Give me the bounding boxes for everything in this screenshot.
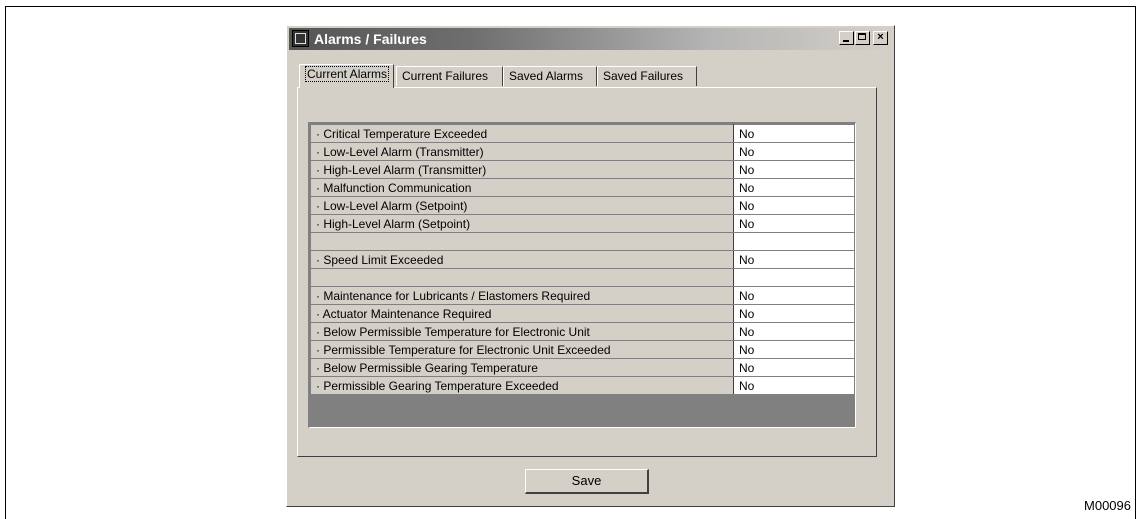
alarm-label (310, 232, 734, 251)
alarm-label (310, 268, 734, 287)
table-row-blank[interactable] (310, 232, 855, 251)
alarm-label: · Permissible Gearing Temperature Exceed… (310, 376, 734, 395)
alarm-value[interactable] (733, 268, 855, 287)
alarm-value[interactable]: No (733, 250, 855, 269)
table-row[interactable]: · Maintenance for Lubricants / Elastomer… (310, 286, 855, 305)
table-row[interactable]: · Actuator Maintenance Required No (310, 304, 855, 323)
alarm-value[interactable]: No (733, 142, 855, 161)
alarm-value[interactable]: No (733, 286, 855, 305)
tab-label: Saved Alarms (509, 69, 584, 83)
alarm-value[interactable]: No (733, 358, 855, 377)
table-row[interactable]: · High-Level Alarm (Transmitter) No (310, 160, 855, 179)
alarm-value[interactable]: No (733, 124, 855, 143)
alarm-label: · High-Level Alarm (Setpoint) (310, 214, 734, 233)
alarm-label: · Low-Level Alarm (Transmitter) (310, 142, 734, 161)
table-row[interactable]: · Malfunction Communication No (310, 178, 855, 197)
alarm-value[interactable]: No (733, 160, 855, 179)
alarm-value[interactable]: No (733, 178, 855, 197)
maximize-button[interactable] (855, 31, 870, 45)
title-bar[interactable]: Alarms / Failures × (289, 28, 892, 50)
alarm-value[interactable]: No (733, 376, 855, 395)
alarm-label: · Low-Level Alarm (Setpoint) (310, 196, 734, 215)
table-row[interactable]: · Speed Limit Exceeded No (310, 250, 855, 269)
close-button[interactable]: × (873, 31, 888, 45)
table-row[interactable]: · Permissible Gearing Temperature Exceed… (310, 376, 855, 395)
alarm-label: · Malfunction Communication (310, 178, 734, 197)
alarm-label: · Permissible Temperature for Electronic… (310, 340, 734, 359)
table-row[interactable]: · Below Permissible Gearing Temperature N… (310, 358, 855, 377)
alarm-label: · Maintenance for Lubricants / Elastomer… (310, 286, 734, 305)
tab-current-alarms[interactable]: Current Alarms (299, 64, 394, 88)
alarm-label: · Critical Temperature Exceeded (310, 124, 734, 143)
alarm-label: · Below Permissible Temperature for Elec… (310, 322, 734, 341)
window-title: Alarms / Failures (314, 31, 427, 47)
figure-id: M00096 (1084, 498, 1131, 513)
table-row[interactable]: · Low-Level Alarm (Setpoint) No (310, 196, 855, 215)
alarm-label: · High-Level Alarm (Transmitter) (310, 160, 734, 179)
alarms-table: · Critical Temperature Exceeded No · Low-L… (310, 124, 855, 395)
alarm-label: · Actuator Maintenance Required (310, 304, 734, 323)
table-row[interactable]: · Below Permissible Temperature for Elec… (310, 322, 855, 341)
alarm-value[interactable]: No (733, 304, 855, 323)
tab-current-failures[interactable]: Current Failures (396, 66, 503, 86)
table-row[interactable]: · Permissible Temperature for Electronic… (310, 340, 855, 359)
tab-label: Saved Failures (603, 69, 684, 83)
alarm-value[interactable]: No (733, 196, 855, 215)
tab-label: Current Alarms (305, 66, 390, 82)
alarm-value[interactable] (733, 232, 855, 251)
alarm-value[interactable]: No (733, 340, 855, 359)
table-row-blank[interactable] (310, 268, 855, 287)
alarm-value[interactable]: No (733, 322, 855, 341)
alarm-label: · Below Permissible Gearing Temperature (310, 358, 734, 377)
alarms-grid[interactable]: · Critical Temperature Exceeded No · Low-L… (308, 122, 856, 428)
table-row[interactable]: · Critical Temperature Exceeded No (310, 124, 855, 143)
minimize-button[interactable] (839, 31, 854, 45)
tab-label: Current Failures (402, 69, 489, 83)
table-row[interactable]: · Low-Level Alarm (Transmitter) No (310, 142, 855, 161)
table-row[interactable]: · High-Level Alarm (Setpoint) No (310, 214, 855, 233)
tab-saved-failures[interactable]: Saved Failures (597, 66, 697, 86)
alarm-label: · Speed Limit Exceeded (310, 250, 734, 269)
tab-saved-alarms[interactable]: Saved Alarms (503, 66, 597, 86)
alarms-failures-window: Alarms / Failures × Current Alarms Curre… (286, 25, 895, 507)
save-button[interactable]: Save (525, 469, 649, 494)
alarm-value[interactable]: No (733, 214, 855, 233)
app-window-icon[interactable] (292, 30, 309, 47)
